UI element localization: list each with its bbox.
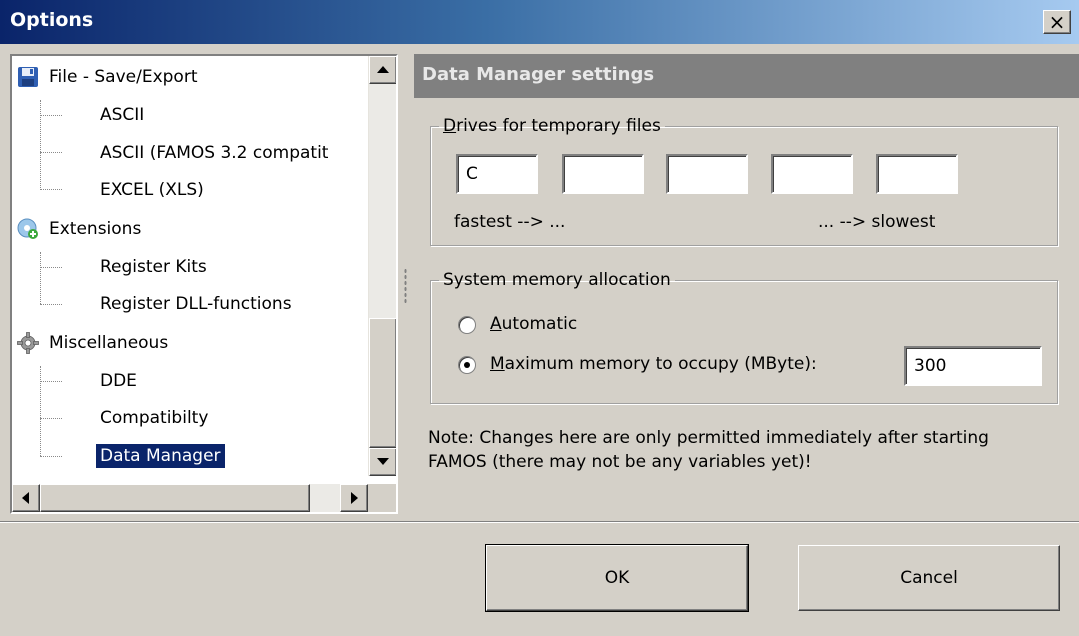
close-button[interactable]: × (1043, 10, 1071, 34)
drive-field-2[interactable] (562, 154, 644, 194)
tree-item-compatibility[interactable]: Compatibilty (96, 403, 212, 433)
max-memory-input[interactable]: 300 (904, 346, 1042, 386)
splitter-grip[interactable] (404, 268, 407, 304)
tree-item-label: EXCEL (XLS) (100, 180, 204, 200)
tree-item-label: Register Kits (100, 257, 207, 277)
options-tree[interactable]: File - Save/Export ASCII ASCII (FAMOS 3.… (10, 54, 398, 514)
tree-item-label: Register DLL-functions (100, 294, 292, 314)
tree-line (40, 418, 62, 419)
tree-line (40, 100, 41, 190)
tree-item-register-dll-functions[interactable]: Register DLL-functions (96, 289, 296, 319)
tree-item-label: DDE (100, 371, 137, 391)
maximum-memory-label[interactable]: Maximum memory to occupy (MByte): (490, 354, 817, 374)
tree-item-dde[interactable]: DDE (96, 366, 141, 396)
drive-field-3[interactable] (666, 154, 748, 194)
tree-item-register-kits[interactable]: Register Kits (96, 252, 211, 282)
tree-vertical-scrollbar[interactable] (368, 56, 396, 476)
tree-line (40, 366, 41, 456)
fastest-label: fastest --> ... (454, 212, 566, 232)
cancel-button[interactable]: Cancel (798, 545, 1060, 611)
arrow-down-icon (377, 458, 389, 465)
tree-item-miscellaneous[interactable]: Miscellaneous (16, 328, 172, 358)
tree-line (40, 456, 62, 457)
scroll-down-button[interactable] (369, 448, 396, 476)
tree-line (40, 189, 62, 190)
tree-line (40, 152, 62, 153)
maximum-memory-radio[interactable] (458, 356, 476, 374)
tree-line (40, 115, 62, 116)
slowest-label: ... --> slowest (818, 212, 936, 232)
window-title: Options (10, 9, 94, 31)
close-icon: × (1048, 10, 1066, 34)
drives-legend: Drives for temporary files (443, 116, 661, 136)
extensions-icon (17, 218, 38, 239)
note-text: Note: Changes here are only permitted im… (428, 428, 989, 472)
arrow-right-icon (351, 492, 358, 504)
tree-item-excel[interactable]: EXCEL (XLS) (96, 175, 208, 205)
panel-header: Data Manager settings (414, 54, 1079, 98)
tree-item-file-save-export[interactable]: File - Save/Export (16, 62, 202, 92)
tree-item-ascii-famos[interactable]: ASCII (FAMOS 3.2 compatit (96, 138, 332, 168)
tree-item-data-manager[interactable]: Data Manager (96, 441, 225, 471)
tree-item-ascii[interactable]: ASCII (96, 100, 148, 130)
scroll-thumb[interactable] (369, 318, 396, 448)
tree-item-label: File - Save/Export (49, 67, 198, 87)
drive-field-4[interactable] (771, 154, 853, 194)
tree-item-label: ASCII (100, 105, 145, 125)
tree-item-label: Data Manager (96, 444, 225, 468)
button-bar-separator (0, 521, 1079, 523)
title-bar: Options × (0, 0, 1079, 44)
automatic-radio[interactable] (458, 316, 476, 334)
tree-item-label: Compatibilty (100, 408, 209, 428)
radio-selected-dot (464, 362, 470, 368)
arrow-left-icon (22, 492, 29, 504)
floppy-disk-icon (18, 67, 38, 87)
tree-item-label: Extensions (49, 219, 142, 239)
arrow-up-icon (377, 66, 389, 73)
gear-icon (17, 332, 39, 354)
ok-button[interactable]: OK (485, 544, 749, 612)
tree-line (40, 252, 41, 304)
tree-line (40, 267, 62, 268)
memory-legend: System memory allocation (443, 270, 671, 290)
scroll-right-button[interactable] (340, 484, 368, 512)
automatic-label[interactable]: Automatic (490, 314, 577, 334)
drive-field-5[interactable] (876, 154, 958, 194)
scroll-up-button[interactable] (369, 56, 396, 84)
drive-field-1[interactable]: C (456, 154, 538, 194)
tree-item-label: ASCII (FAMOS 3.2 compatit (100, 143, 329, 163)
tree-horizontal-scrollbar[interactable] (12, 484, 368, 512)
scroll-left-button[interactable] (12, 484, 40, 512)
scroll-thumb[interactable] (40, 484, 310, 512)
scrollbar-corner (368, 484, 396, 512)
tree-line (40, 304, 62, 305)
tree-item-extensions[interactable]: Extensions (16, 214, 145, 244)
tree-item-label: Miscellaneous (49, 333, 169, 353)
tree-line (40, 381, 62, 382)
